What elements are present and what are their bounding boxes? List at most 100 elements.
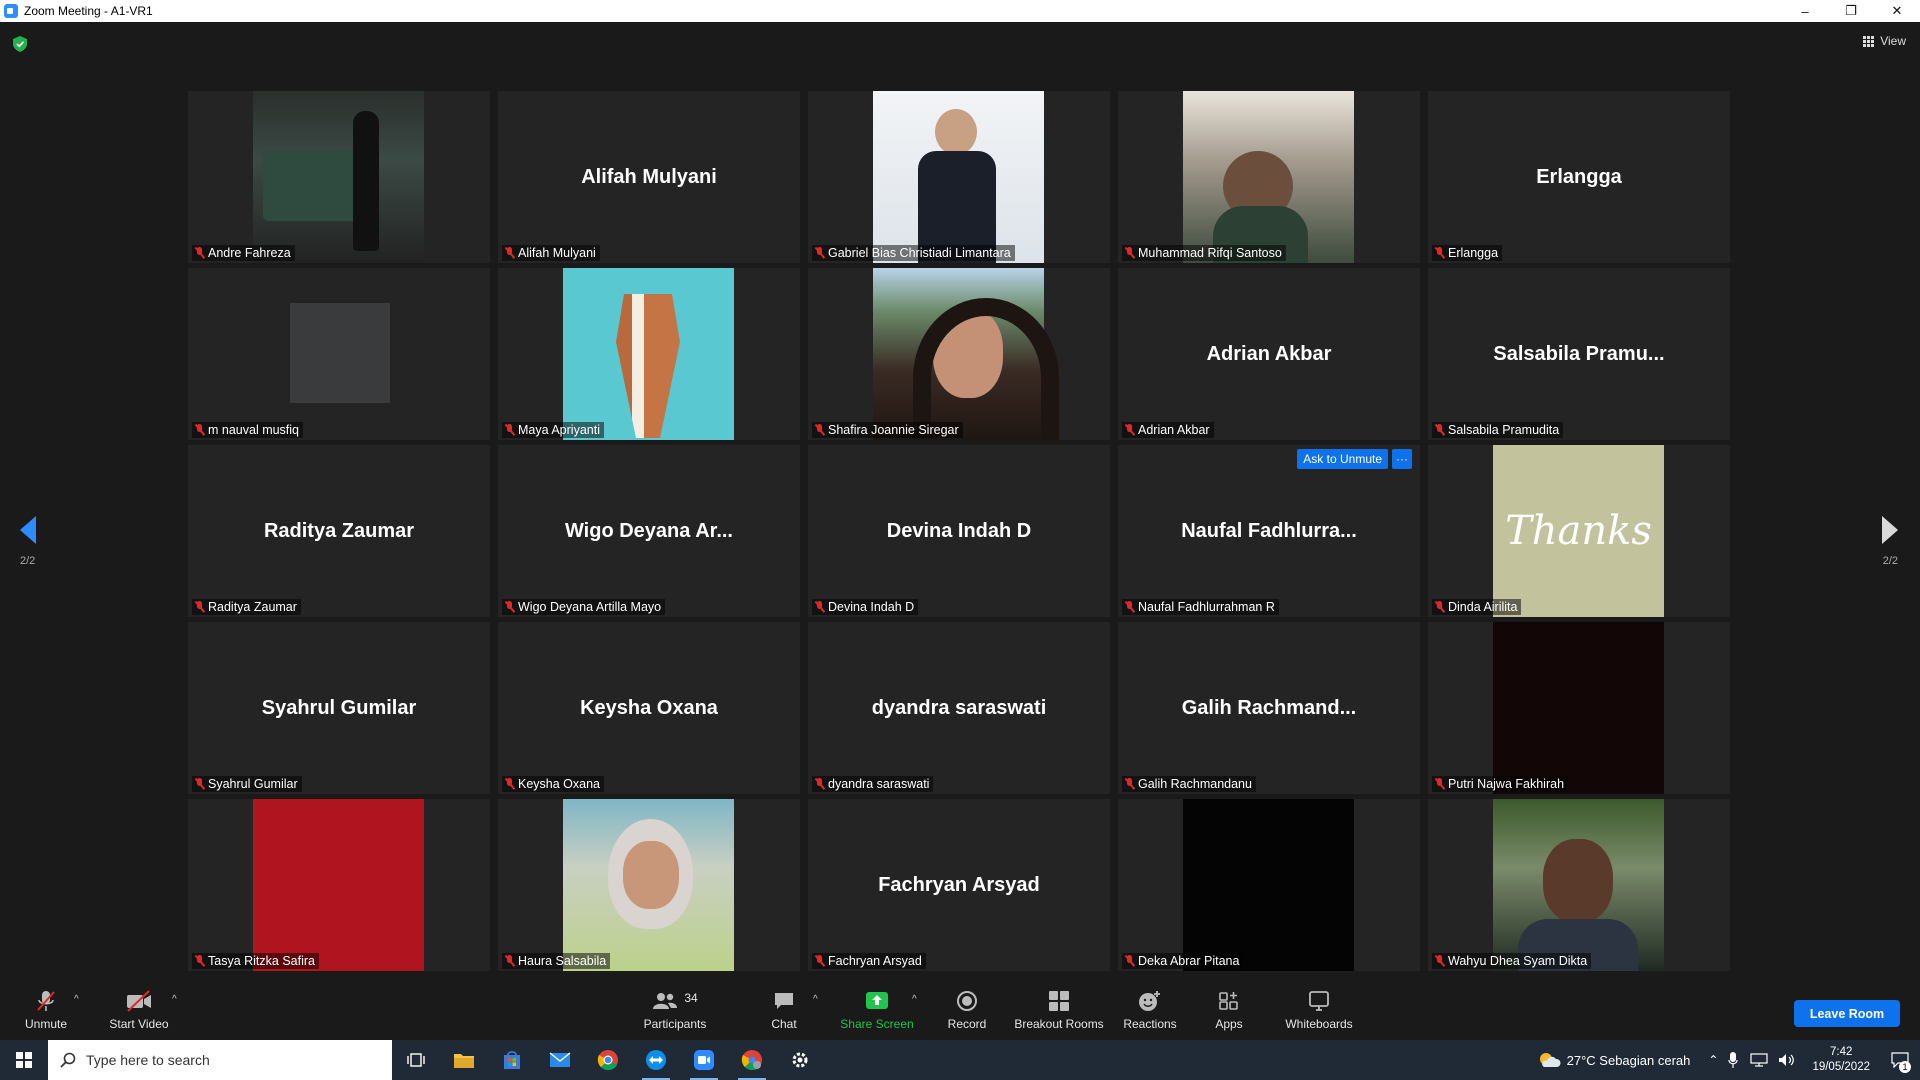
tray-microphone-icon[interactable] bbox=[1728, 1052, 1739, 1068]
participant-tile[interactable]: Adrian Akbar Adrian Akbar bbox=[1118, 268, 1420, 440]
participant-name: Fachryan Arsyad bbox=[828, 954, 922, 968]
mic-muted-icon bbox=[504, 424, 515, 436]
start-button[interactable] bbox=[0, 1040, 48, 1080]
participant-tile[interactable]: Haura Salsabila bbox=[498, 799, 800, 971]
participants-icon: 34 bbox=[652, 989, 698, 1013]
participant-video-feed bbox=[1493, 622, 1664, 794]
participant-tile[interactable]: Thanks Dinda Airilita bbox=[1428, 445, 1730, 617]
participant-display-name: Naufal Fadhlurra... bbox=[1181, 519, 1357, 542]
minimize-button[interactable]: – bbox=[1782, 0, 1828, 22]
mic-muted-icon bbox=[504, 601, 515, 613]
reactions-button[interactable]: Reactions bbox=[1122, 980, 1178, 1040]
chrome-icon[interactable] bbox=[584, 1040, 632, 1080]
close-button[interactable]: ✕ bbox=[1874, 0, 1920, 22]
participant-tile[interactable]: Andre Fahreza bbox=[188, 91, 490, 263]
restore-button[interactable]: ❐ bbox=[1828, 0, 1874, 22]
breakout-rooms-button[interactable]: Breakout Rooms bbox=[1012, 980, 1106, 1040]
volume-icon[interactable] bbox=[1778, 1053, 1796, 1067]
participant-tile[interactable]: Keysha Oxana Keysha Oxana bbox=[498, 622, 800, 794]
previous-page-arrow-icon[interactable] bbox=[20, 516, 36, 544]
reactions-label: Reactions bbox=[1123, 1017, 1177, 1031]
chat-button[interactable]: Chat bbox=[764, 980, 804, 1040]
share-options-caret[interactable]: ^ bbox=[912, 994, 917, 1005]
network-icon[interactable] bbox=[1750, 1053, 1769, 1067]
participant-tile[interactable]: Shafira Joannie Siregar bbox=[808, 268, 1110, 440]
zoom-taskbar-icon[interactable] bbox=[680, 1040, 728, 1080]
participant-tile[interactable]: Erlangga Erlangga bbox=[1428, 91, 1730, 263]
participant-tile[interactable]: Galih Rachmand... Galih Rachmandanu bbox=[1118, 622, 1420, 794]
participant-name: dyandra saraswati bbox=[828, 777, 930, 791]
grid-view-icon bbox=[1863, 35, 1875, 47]
window-titlebar: Zoom Meeting - A1-VR1 – ❐ ✕ bbox=[0, 0, 1920, 22]
apps-button[interactable]: Apps bbox=[1212, 980, 1246, 1040]
participant-tile[interactable]: Fachryan Arsyad Fachryan Arsyad bbox=[808, 799, 1110, 971]
participant-tile[interactable]: Wigo Deyana Ar... Wigo Deyana Artilla May… bbox=[498, 445, 800, 617]
start-video-button[interactable]: Start Video bbox=[104, 980, 174, 1040]
mail-icon[interactable] bbox=[536, 1040, 584, 1080]
participant-tile[interactable]: Muhammad Rifqi Santoso bbox=[1118, 91, 1420, 263]
participant-tile[interactable]: Syahrul Gumilar Syahrul Gumilar bbox=[188, 622, 490, 794]
participant-tile[interactable]: Gabriel Bias Christiadi Limantara bbox=[808, 91, 1110, 263]
whiteboards-button[interactable]: Whiteboards bbox=[1282, 980, 1356, 1040]
participant-tile[interactable]: Tasya Ritzka Safira bbox=[188, 799, 490, 971]
participant-name: Putri Najwa Fakhirah bbox=[1448, 777, 1565, 791]
participant-tile[interactable]: Maya Apriyanti bbox=[498, 268, 800, 440]
record-button[interactable]: Record bbox=[944, 980, 990, 1040]
ask-to-unmute-button[interactable]: Ask to Unmute bbox=[1297, 449, 1388, 469]
taskbar-clock[interactable]: 7:42 19/05/2022 bbox=[1812, 1045, 1870, 1075]
participant-name: Dinda Airilita bbox=[1448, 600, 1518, 614]
share-screen-button[interactable]: Share Screen bbox=[840, 980, 914, 1040]
mic-muted-icon bbox=[814, 424, 825, 436]
participant-name: Wigo Deyana Artilla Mayo bbox=[518, 600, 662, 614]
weather-cloud-sun-icon[interactable] bbox=[1537, 1051, 1561, 1069]
participant-name-label: Adrian Akbar bbox=[1122, 422, 1214, 438]
security-shield-icon[interactable] bbox=[13, 36, 27, 52]
participant-tile[interactable]: dyandra saraswati dyandra saraswati bbox=[808, 622, 1110, 794]
participant-tile[interactable]: Salsabila Pramu... Salsabila Pramudita bbox=[1428, 268, 1730, 440]
tray-expand-chevron-icon[interactable]: ⌃ bbox=[1708, 1053, 1718, 1067]
clock-time: 7:42 bbox=[1830, 1046, 1853, 1058]
taskbar-search-box[interactable]: Type here to search bbox=[48, 1040, 392, 1080]
participant-tile[interactable]: Wahyu Dhea Syam Dikta bbox=[1428, 799, 1730, 971]
participant-tile[interactable]: Putri Najwa Fakhirah bbox=[1428, 622, 1730, 794]
window-controls: – ❐ ✕ bbox=[1782, 0, 1920, 22]
participant-name-label: m nauval musfiq bbox=[192, 422, 304, 438]
participant-name: Raditya Zaumar bbox=[208, 600, 297, 614]
video-overlay-text: Thanks bbox=[1505, 508, 1652, 554]
task-view-icon[interactable] bbox=[392, 1040, 440, 1080]
participant-tile[interactable]: m nauval musfiq bbox=[188, 268, 490, 440]
mic-muted-icon bbox=[194, 955, 205, 967]
participant-tile[interactable]: Raditya Zaumar Raditya Zaumar bbox=[188, 445, 490, 617]
microsoft-store-icon[interactable] bbox=[488, 1040, 536, 1080]
notification-center-button[interactable]: 1 bbox=[1880, 1040, 1920, 1080]
teamviewer-icon[interactable] bbox=[632, 1040, 680, 1080]
view-button[interactable]: View bbox=[1863, 34, 1906, 48]
unmute-button[interactable]: Unmute bbox=[20, 980, 72, 1040]
participants-button[interactable]: 34 Participants bbox=[640, 980, 710, 1040]
participant-tile[interactable]: Devina Indah D Devina Indah D bbox=[808, 445, 1110, 617]
search-placeholder: Type here to search bbox=[86, 1052, 210, 1068]
chat-label: Chat bbox=[771, 1017, 797, 1031]
participant-tile[interactable]: Alifah Mulyani Alifah Mulyani bbox=[498, 91, 800, 263]
participant-avatar-placeholder bbox=[290, 303, 390, 403]
participant-display-name: dyandra saraswati bbox=[871, 696, 1047, 719]
audio-options-caret[interactable]: ^ bbox=[74, 994, 79, 1005]
chrome-profile-icon[interactable] bbox=[728, 1040, 776, 1080]
participant-tile[interactable]: Naufal Fadhlurra... Ask to Unmute ··· Naufa… bbox=[1118, 445, 1420, 617]
chat-options-caret[interactable]: ^ bbox=[813, 994, 818, 1005]
leave-room-button[interactable]: Leave Room bbox=[1794, 1000, 1900, 1027]
video-options-caret[interactable]: ^ bbox=[172, 994, 177, 1005]
participant-video-feed bbox=[873, 268, 1059, 440]
weather-text[interactable]: 27°C Sebagian cerah bbox=[1567, 1053, 1691, 1068]
participant-name-label: Raditya Zaumar bbox=[192, 599, 301, 615]
participant-name-label: Keysha Oxana bbox=[502, 776, 604, 792]
participant-name: Tasya Ritzka Safira bbox=[208, 954, 315, 968]
file-explorer-icon[interactable] bbox=[440, 1040, 488, 1080]
settings-gear-icon[interactable] bbox=[776, 1040, 824, 1080]
participant-tile[interactable]: Deka Abrar Pitana bbox=[1118, 799, 1420, 971]
mic-muted-icon bbox=[194, 601, 205, 613]
next-page-arrow-icon[interactable] bbox=[1882, 516, 1898, 544]
view-label: View bbox=[1880, 34, 1906, 48]
record-icon bbox=[956, 989, 978, 1013]
more-options-button[interactable]: ··· bbox=[1392, 449, 1412, 469]
